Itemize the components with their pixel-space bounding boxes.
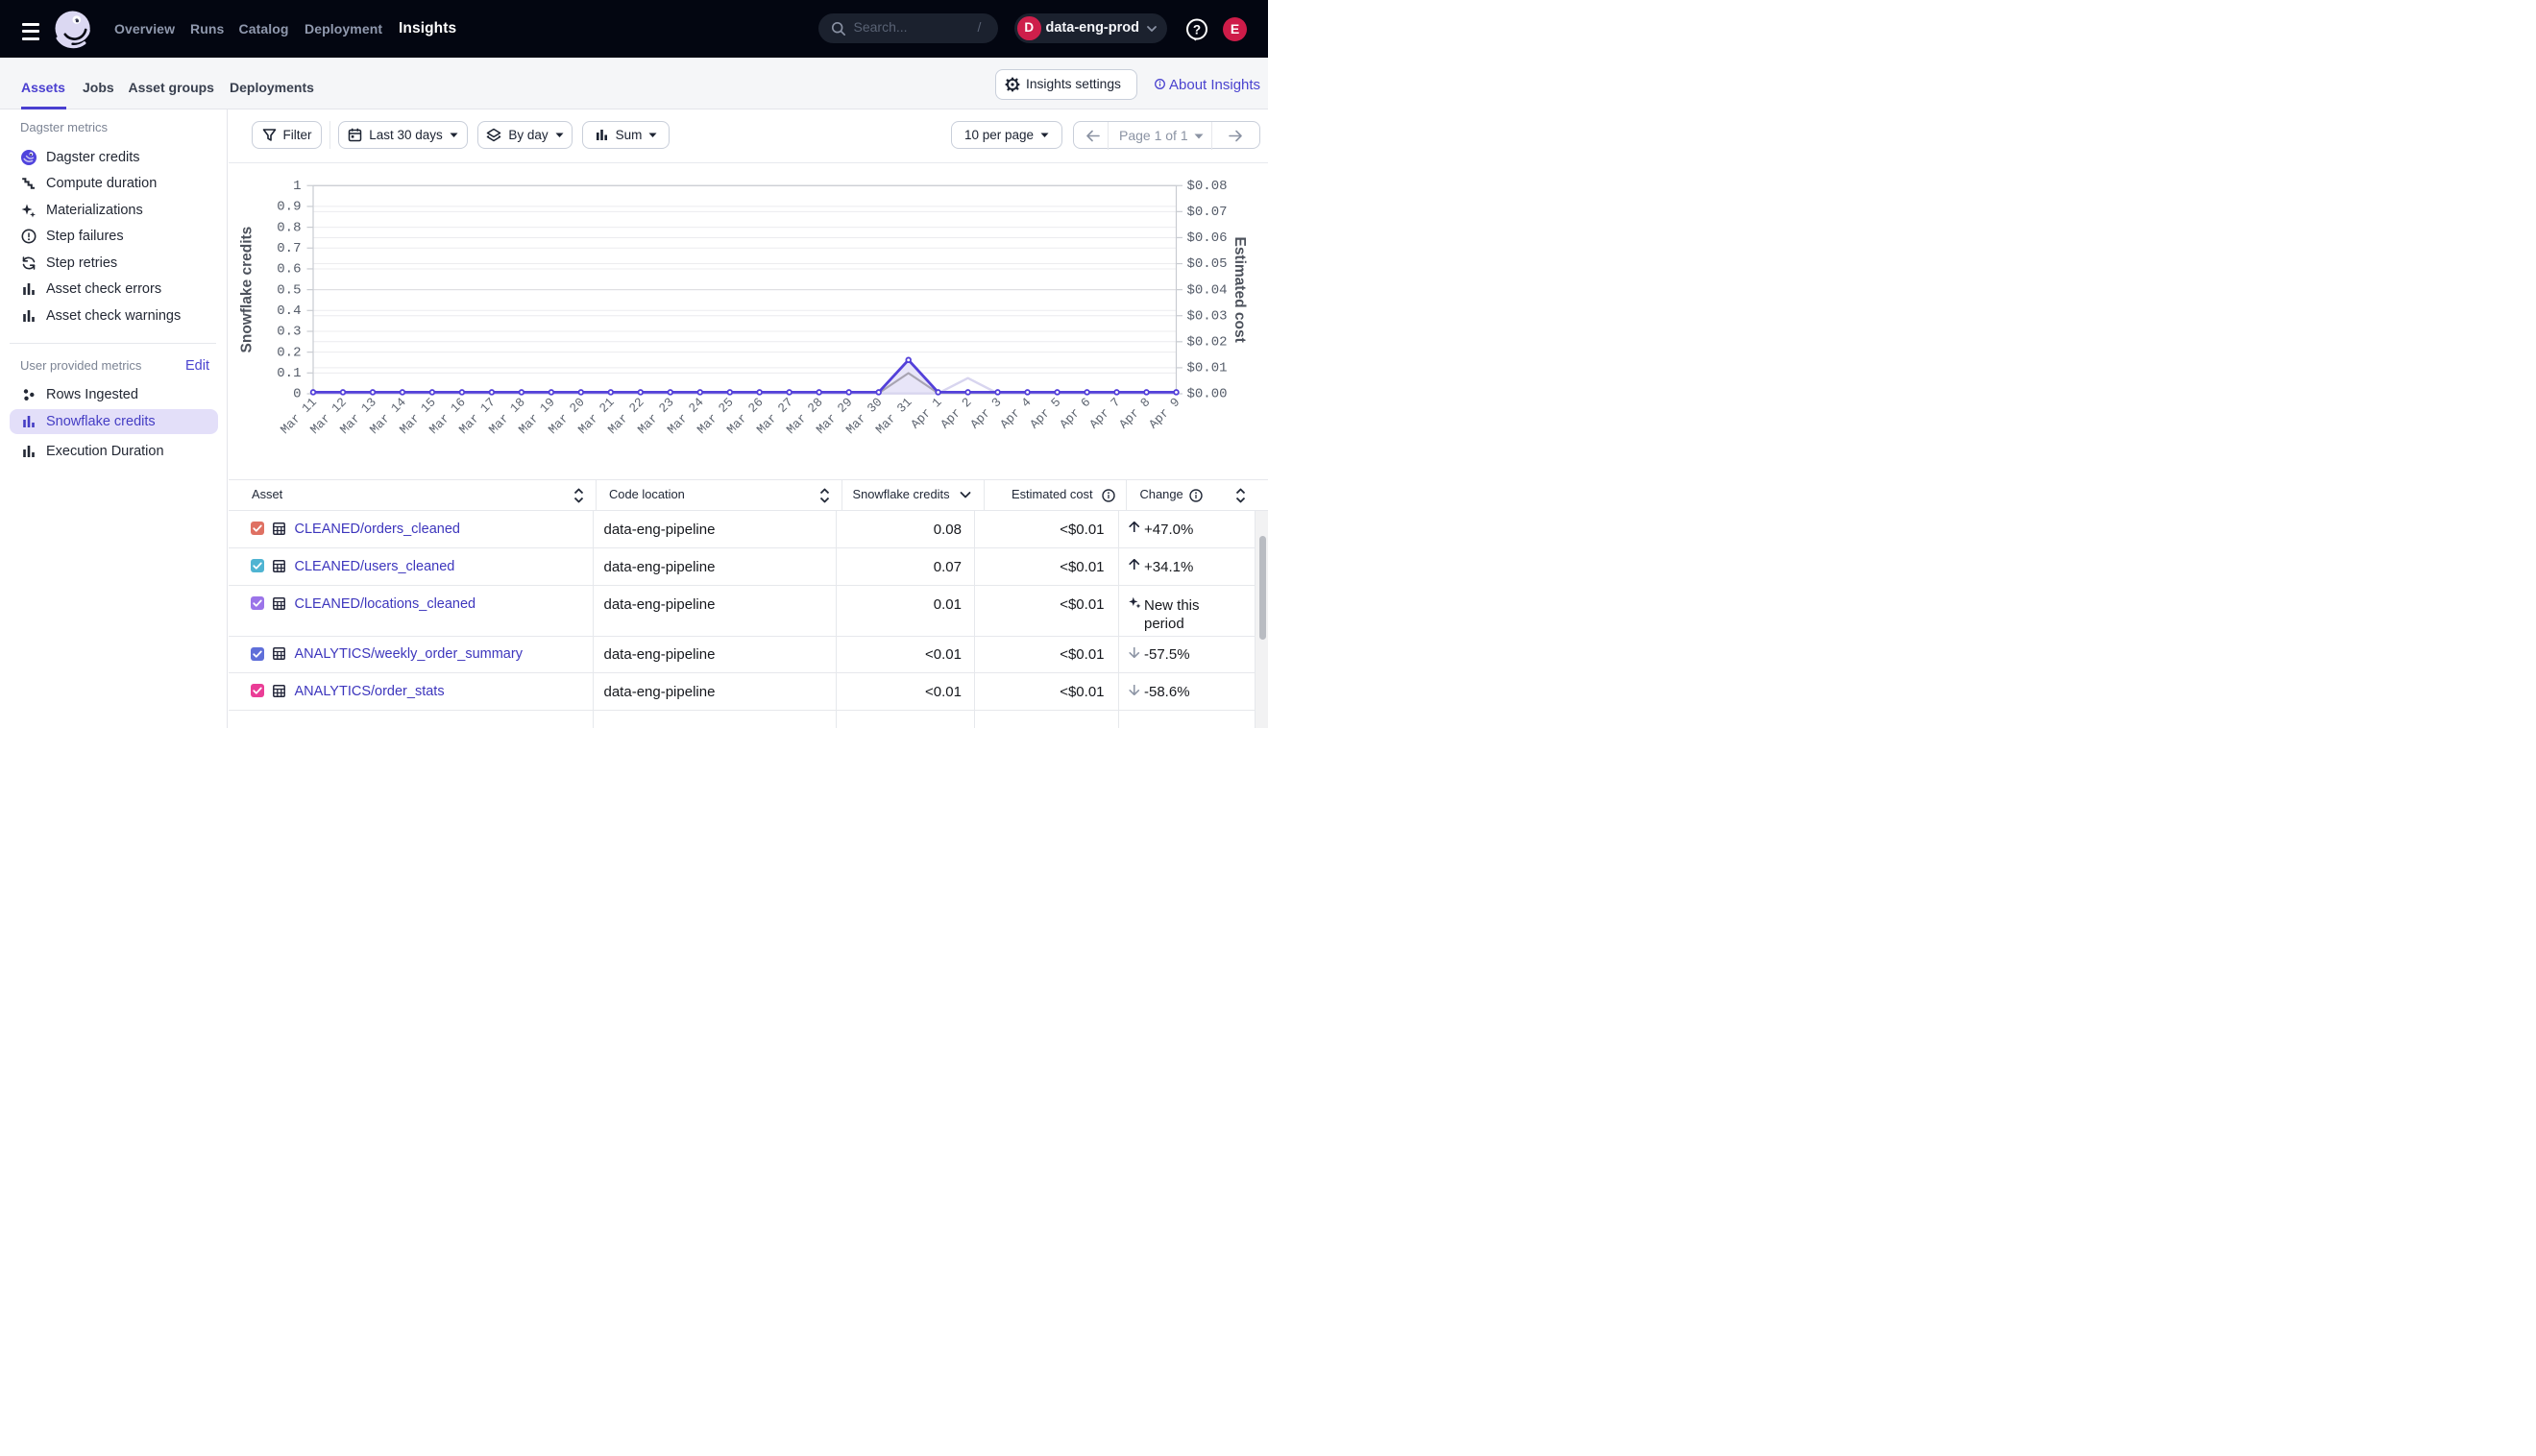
svg-text:Apr 4: Apr 4: [997, 395, 1034, 431]
svg-text:Apr 5: Apr 5: [1027, 395, 1063, 431]
svg-text:Apr 9: Apr 9: [1146, 395, 1183, 431]
svg-text:0.7: 0.7: [277, 241, 301, 256]
svg-text:Apr 6: Apr 6: [1057, 395, 1093, 431]
svg-text:0.3: 0.3: [277, 325, 301, 340]
svg-text:$0.04: $0.04: [1187, 282, 1228, 298]
svg-text:0.1: 0.1: [277, 366, 301, 381]
svg-text:Apr 1: Apr 1: [908, 395, 944, 431]
svg-text:$0.06: $0.06: [1187, 231, 1228, 246]
svg-text:$0.05: $0.05: [1187, 256, 1228, 272]
svg-text:$0.01: $0.01: [1187, 361, 1228, 376]
svg-text:$0.08: $0.08: [1187, 179, 1228, 194]
svg-text:Apr 7: Apr 7: [1086, 395, 1123, 431]
svg-text:0.2: 0.2: [277, 345, 301, 360]
svg-text:Apr 3: Apr 3: [967, 395, 1004, 431]
svg-text:1: 1: [293, 179, 301, 194]
svg-text:Estimated cost: Estimated cost: [1231, 236, 1248, 342]
svg-text:0.8: 0.8: [277, 220, 301, 235]
svg-text:Apr 8: Apr 8: [1116, 395, 1153, 431]
svg-text:$0.00: $0.00: [1187, 387, 1228, 402]
svg-text:0.6: 0.6: [277, 262, 301, 278]
svg-text:0: 0: [293, 387, 301, 402]
svg-text:0.9: 0.9: [277, 200, 301, 215]
svg-text:$0.02: $0.02: [1187, 335, 1228, 351]
svg-text:0.4: 0.4: [277, 303, 301, 319]
svg-text:Snowflake credits: Snowflake credits: [239, 227, 256, 353]
svg-text:Apr 2: Apr 2: [938, 395, 974, 431]
svg-text:0.5: 0.5: [277, 282, 301, 298]
svg-text:?: ?: [1192, 22, 1200, 36]
svg-text:$0.03: $0.03: [1187, 308, 1228, 324]
svg-text:$0.07: $0.07: [1187, 205, 1228, 220]
